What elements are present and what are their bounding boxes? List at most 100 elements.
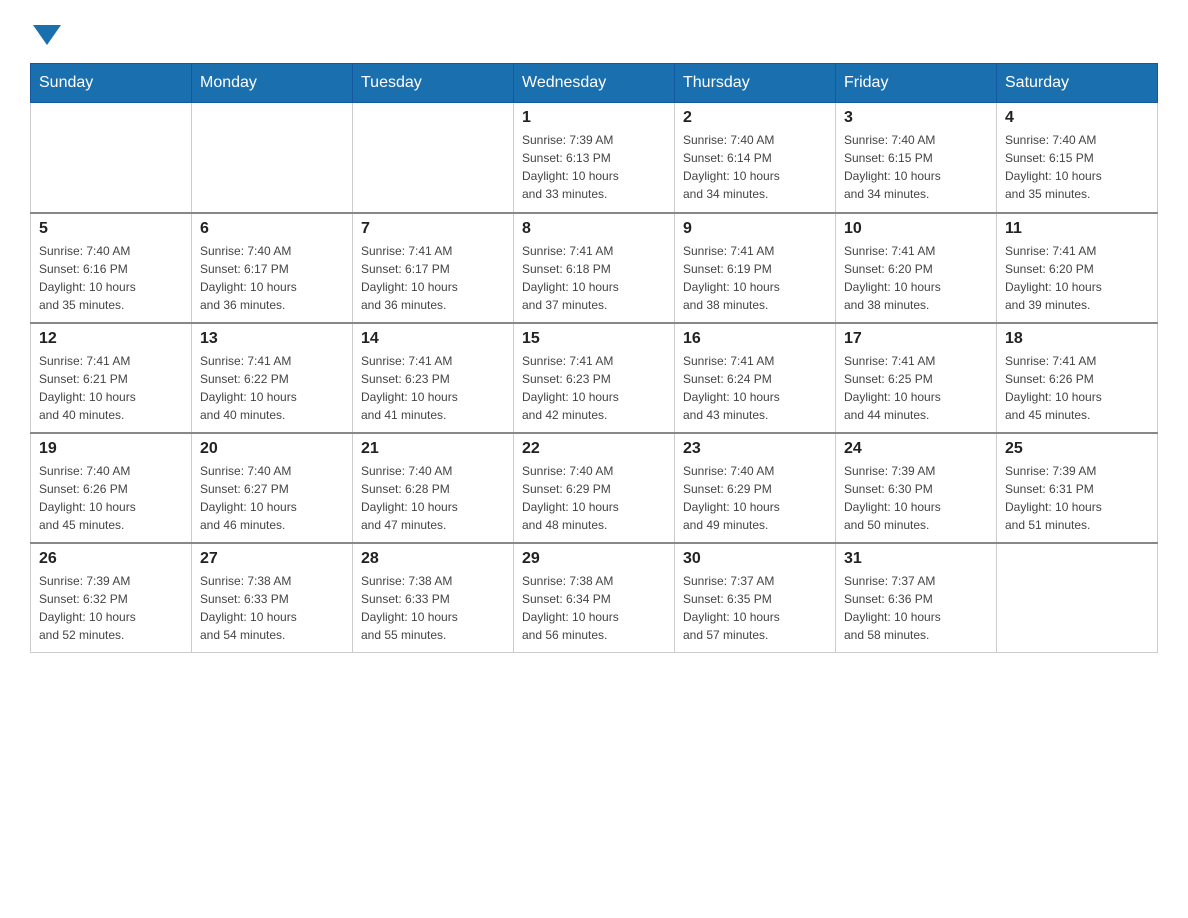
day-number: 11	[1005, 220, 1149, 238]
day-number: 18	[1005, 330, 1149, 348]
day-number: 20	[200, 440, 344, 458]
day-info: Sunrise: 7:41 AM Sunset: 6:24 PM Dayligh…	[683, 352, 827, 424]
day-info: Sunrise: 7:37 AM Sunset: 6:35 PM Dayligh…	[683, 572, 827, 644]
calendar-cell	[31, 103, 192, 213]
calendar-cell: 26 Sunrise: 7:39 AM Sunset: 6:32 PM Dayli…	[31, 543, 192, 653]
day-info: Sunrise: 7:39 AM Sunset: 6:13 PM Dayligh…	[522, 131, 666, 203]
calendar-cell: 4Sunrise: 7:40 AM Sunset: 6:15 PM Daylig…	[997, 103, 1158, 213]
calendar-cell: 21 Sunrise: 7:40 AM Sunset: 6:28 PM Dayli…	[353, 433, 514, 543]
day-number: 22	[522, 440, 666, 458]
day-info: Sunrise: 7:38 AM Sunset: 6:33 PM Dayligh…	[361, 572, 505, 644]
calendar-cell: 28 Sunrise: 7:38 AM Sunset: 6:33 PM Dayli…	[353, 543, 514, 653]
day-number: 24	[844, 440, 988, 458]
calendar-cell: 18 Sunrise: 7:41 AM Sunset: 6:26 PM Dayli…	[997, 323, 1158, 433]
day-info: Sunrise: 7:40 AM Sunset: 6:14 PM Dayligh…	[683, 131, 827, 203]
day-number: 29	[522, 550, 666, 568]
day-number: 21	[361, 440, 505, 458]
weekday-header-friday: Friday	[836, 64, 997, 103]
day-number: 10	[844, 220, 988, 238]
calendar-cell	[192, 103, 353, 213]
day-number: 28	[361, 550, 505, 568]
weekday-header-tuesday: Tuesday	[353, 64, 514, 103]
calendar-cell: 11Sunrise: 7:41 AM Sunset: 6:20 PM Dayli…	[997, 213, 1158, 323]
day-number: 3	[844, 109, 988, 127]
day-number: 8	[522, 220, 666, 238]
calendar-week-1: 1 Sunrise: 7:39 AM Sunset: 6:13 PM Daylig…	[31, 103, 1158, 213]
page-header	[30, 20, 1158, 43]
weekday-header-thursday: Thursday	[675, 64, 836, 103]
day-number: 13	[200, 330, 344, 348]
calendar-cell: 7Sunrise: 7:41 AM Sunset: 6:17 PM Daylig…	[353, 213, 514, 323]
day-number: 25	[1005, 440, 1149, 458]
day-info: Sunrise: 7:41 AM Sunset: 6:26 PM Dayligh…	[1005, 352, 1149, 424]
day-number: 2	[683, 109, 827, 127]
calendar-cell: 20 Sunrise: 7:40 AM Sunset: 6:27 PM Dayli…	[192, 433, 353, 543]
weekday-header-monday: Monday	[192, 64, 353, 103]
calendar-week-5: 26 Sunrise: 7:39 AM Sunset: 6:32 PM Dayli…	[31, 543, 1158, 653]
calendar-cell: 13 Sunrise: 7:41 AM Sunset: 6:22 PM Dayli…	[192, 323, 353, 433]
weekday-header-row: SundayMondayTuesdayWednesdayThursdayFrid…	[31, 64, 1158, 103]
day-info: Sunrise: 7:41 AM Sunset: 6:23 PM Dayligh…	[522, 352, 666, 424]
calendar-table: SundayMondayTuesdayWednesdayThursdayFrid…	[30, 63, 1158, 653]
logo-triangle-icon	[33, 25, 61, 45]
calendar-cell: 17 Sunrise: 7:41 AM Sunset: 6:25 PM Dayli…	[836, 323, 997, 433]
calendar-cell: 2 Sunrise: 7:40 AM Sunset: 6:14 PM Daylig…	[675, 103, 836, 213]
day-number: 27	[200, 550, 344, 568]
day-info: Sunrise: 7:40 AM Sunset: 6:16 PM Dayligh…	[39, 242, 183, 314]
day-info: Sunrise: 7:39 AM Sunset: 6:30 PM Dayligh…	[844, 462, 988, 534]
calendar-cell: 27Sunrise: 7:38 AM Sunset: 6:33 PM Dayli…	[192, 543, 353, 653]
calendar-week-4: 19Sunrise: 7:40 AM Sunset: 6:26 PM Dayli…	[31, 433, 1158, 543]
calendar-cell: 5Sunrise: 7:40 AM Sunset: 6:16 PM Daylig…	[31, 213, 192, 323]
calendar-cell: 31 Sunrise: 7:37 AM Sunset: 6:36 PM Dayli…	[836, 543, 997, 653]
logo	[30, 20, 61, 43]
day-info: Sunrise: 7:41 AM Sunset: 6:21 PM Dayligh…	[39, 352, 183, 424]
day-info: Sunrise: 7:41 AM Sunset: 6:19 PM Dayligh…	[683, 242, 827, 314]
day-number: 16	[683, 330, 827, 348]
day-number: 19	[39, 440, 183, 458]
day-info: Sunrise: 7:41 AM Sunset: 6:20 PM Dayligh…	[844, 242, 988, 314]
day-number: 30	[683, 550, 827, 568]
weekday-header-sunday: Sunday	[31, 64, 192, 103]
day-info: Sunrise: 7:41 AM Sunset: 6:22 PM Dayligh…	[200, 352, 344, 424]
calendar-cell: 29 Sunrise: 7:38 AM Sunset: 6:34 PM Dayli…	[514, 543, 675, 653]
day-number: 12	[39, 330, 183, 348]
day-info: Sunrise: 7:40 AM Sunset: 6:15 PM Dayligh…	[844, 131, 988, 203]
day-number: 17	[844, 330, 988, 348]
calendar-cell: 24 Sunrise: 7:39 AM Sunset: 6:30 PM Dayli…	[836, 433, 997, 543]
calendar-cell: 22 Sunrise: 7:40 AM Sunset: 6:29 PM Dayli…	[514, 433, 675, 543]
day-info: Sunrise: 7:39 AM Sunset: 6:31 PM Dayligh…	[1005, 462, 1149, 534]
weekday-header-saturday: Saturday	[997, 64, 1158, 103]
weekday-header-wednesday: Wednesday	[514, 64, 675, 103]
calendar-cell: 19Sunrise: 7:40 AM Sunset: 6:26 PM Dayli…	[31, 433, 192, 543]
day-info: Sunrise: 7:40 AM Sunset: 6:17 PM Dayligh…	[200, 242, 344, 314]
calendar-cell: 16 Sunrise: 7:41 AM Sunset: 6:24 PM Dayli…	[675, 323, 836, 433]
calendar-cell: 8 Sunrise: 7:41 AM Sunset: 6:18 PM Daylig…	[514, 213, 675, 323]
day-number: 23	[683, 440, 827, 458]
day-info: Sunrise: 7:38 AM Sunset: 6:34 PM Dayligh…	[522, 572, 666, 644]
day-info: Sunrise: 7:40 AM Sunset: 6:28 PM Dayligh…	[361, 462, 505, 534]
day-info: Sunrise: 7:40 AM Sunset: 6:27 PM Dayligh…	[200, 462, 344, 534]
day-number: 7	[361, 220, 505, 238]
calendar-week-3: 12 Sunrise: 7:41 AM Sunset: 6:21 PM Dayli…	[31, 323, 1158, 433]
day-number: 9	[683, 220, 827, 238]
calendar-cell: 10 Sunrise: 7:41 AM Sunset: 6:20 PM Dayli…	[836, 213, 997, 323]
day-number: 26	[39, 550, 183, 568]
day-info: Sunrise: 7:40 AM Sunset: 6:29 PM Dayligh…	[522, 462, 666, 534]
calendar-cell: 3 Sunrise: 7:40 AM Sunset: 6:15 PM Daylig…	[836, 103, 997, 213]
calendar-cell: 6Sunrise: 7:40 AM Sunset: 6:17 PM Daylig…	[192, 213, 353, 323]
day-info: Sunrise: 7:39 AM Sunset: 6:32 PM Dayligh…	[39, 572, 183, 644]
day-number: 1	[522, 109, 666, 127]
calendar-cell: 30 Sunrise: 7:37 AM Sunset: 6:35 PM Dayli…	[675, 543, 836, 653]
day-number: 14	[361, 330, 505, 348]
day-info: Sunrise: 7:37 AM Sunset: 6:36 PM Dayligh…	[844, 572, 988, 644]
day-number: 31	[844, 550, 988, 568]
calendar-cell	[353, 103, 514, 213]
calendar-cell: 14 Sunrise: 7:41 AM Sunset: 6:23 PM Dayli…	[353, 323, 514, 433]
day-info: Sunrise: 7:41 AM Sunset: 6:18 PM Dayligh…	[522, 242, 666, 314]
day-info: Sunrise: 7:41 AM Sunset: 6:25 PM Dayligh…	[844, 352, 988, 424]
calendar-cell: 9 Sunrise: 7:41 AM Sunset: 6:19 PM Daylig…	[675, 213, 836, 323]
calendar-week-2: 5Sunrise: 7:40 AM Sunset: 6:16 PM Daylig…	[31, 213, 1158, 323]
calendar-cell	[997, 543, 1158, 653]
day-info: Sunrise: 7:41 AM Sunset: 6:23 PM Dayligh…	[361, 352, 505, 424]
day-number: 15	[522, 330, 666, 348]
